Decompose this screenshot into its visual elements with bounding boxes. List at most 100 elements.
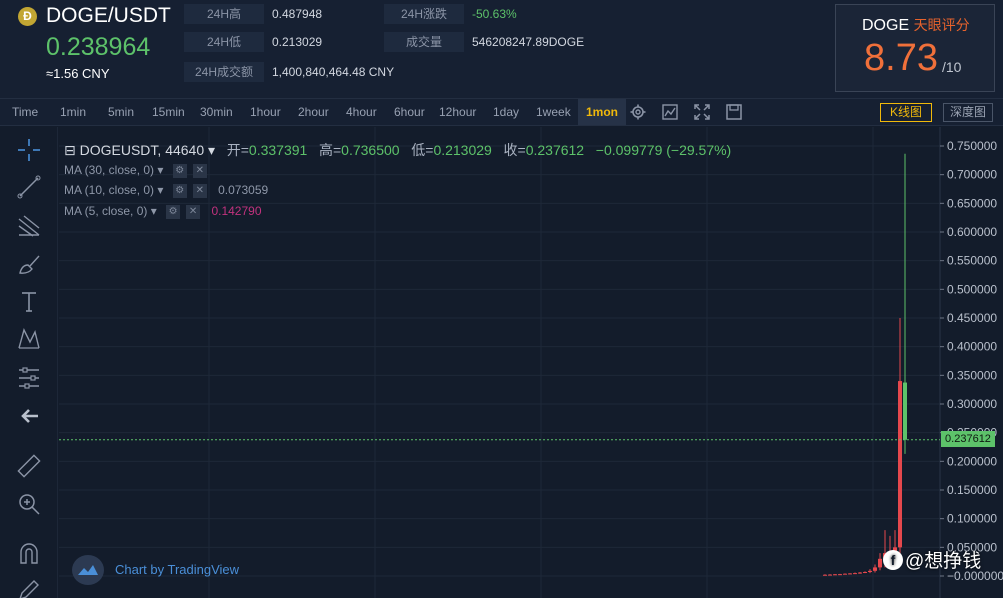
brush-icon[interactable] xyxy=(16,251,42,277)
ma-5-label: MA (5, close, 0) xyxy=(64,204,148,218)
stat-24h-change-value: -50.63% xyxy=(472,7,517,21)
stat-24h-low-value: 0.213029 xyxy=(272,35,323,49)
stat-volume-label: 成交量 xyxy=(384,32,464,52)
timeframe-1day[interactable]: 1day xyxy=(493,99,519,125)
legend-symbol[interactable]: DOGEUSDT, 44640 xyxy=(80,142,205,158)
tick-label: 0.350000 xyxy=(947,368,997,382)
candle-body xyxy=(823,574,827,576)
gear-icon[interactable]: ⚙ xyxy=(166,204,181,219)
save-icon[interactable] xyxy=(726,104,742,120)
timeframe-5min[interactable]: 5min xyxy=(108,99,134,125)
indicator-icon[interactable] xyxy=(662,104,678,120)
tick-label: 0.600000 xyxy=(947,225,997,239)
timeframe-30min[interactable]: 30min xyxy=(200,99,233,125)
back-arrow-icon[interactable] xyxy=(16,403,42,429)
tradingview-logo[interactable] xyxy=(72,555,104,585)
legend-collapse-icon[interactable]: ⊟ xyxy=(64,142,76,158)
fullscreen-icon[interactable] xyxy=(694,104,710,120)
candles xyxy=(823,153,907,576)
ohlc-legend: ⊟ DOGEUSDT, 44640 ▾ 开=0.337391 高=0.73650… xyxy=(64,140,731,160)
legend-close: 0.237612 xyxy=(525,142,585,158)
cny-price: ≈1.56 CNY xyxy=(46,66,110,81)
pattern-icon[interactable] xyxy=(16,326,42,352)
trading-pair: DOGE/USDT xyxy=(46,4,171,27)
gear-icon[interactable]: ⚙ xyxy=(172,163,187,178)
price-axis[interactable]: 0.750000 0.700000 0.650000 0.600000 0.550000… xyxy=(940,139,1003,583)
rating-out-of: /10 xyxy=(942,59,962,75)
candle-body xyxy=(868,570,872,572)
ma-10-value: 0.073059 xyxy=(218,183,269,197)
chevron-down-icon[interactable]: ▾ xyxy=(151,204,157,218)
gear-icon[interactable]: ⚙ xyxy=(172,183,187,198)
tick-label: 0.450000 xyxy=(947,311,997,325)
legend-low: 0.213029 xyxy=(433,142,492,158)
tick-label: 0.400000 xyxy=(947,340,997,354)
candle-body xyxy=(878,558,882,568)
legend-open-label: 开= xyxy=(226,142,249,158)
text-icon[interactable] xyxy=(16,289,42,315)
timeframe-1mon[interactable]: 1mon xyxy=(578,99,627,125)
close-icon[interactable]: ✕ xyxy=(192,163,207,178)
timeframe-1min[interactable]: 1min xyxy=(60,99,86,125)
legend-close-label: 收= xyxy=(503,142,526,158)
gear-icon[interactable] xyxy=(630,104,646,120)
chevron-down-icon[interactable]: ▾ xyxy=(157,163,163,177)
tick-label: 0.650000 xyxy=(947,196,997,210)
stat-24h-change-label: 24H涨跌 xyxy=(384,4,464,24)
ruler-icon[interactable] xyxy=(16,453,42,479)
tick-label: 0.200000 xyxy=(947,454,997,468)
tradingview-credit[interactable]: Chart by TradingView xyxy=(115,562,239,577)
legend-low-label: 低= xyxy=(411,142,434,158)
candle-body xyxy=(903,382,907,440)
tick-label: 0.700000 xyxy=(947,168,997,182)
close-icon[interactable]: ✕ xyxy=(192,183,207,198)
zoom-in-icon[interactable] xyxy=(16,491,42,517)
timeframe-12hour[interactable]: 12hour xyxy=(439,99,476,125)
tick-label: 0.500000 xyxy=(947,282,997,296)
candle-body xyxy=(843,573,847,575)
drawing-toolbar xyxy=(0,127,58,598)
watermark: f @想挣钱 xyxy=(883,546,981,573)
chevron-down-icon[interactable]: ▾ xyxy=(157,183,163,197)
trend-line-icon[interactable] xyxy=(16,174,42,200)
last-price-tag: 0.237612 xyxy=(941,431,995,447)
measure-icon[interactable] xyxy=(16,365,42,391)
tick-label: 0.100000 xyxy=(947,512,997,526)
timeframe-2hour[interactable]: 2hour xyxy=(298,99,329,125)
depth-tab-button[interactable]: 深度图 xyxy=(943,103,993,122)
tick-label: 0.150000 xyxy=(947,483,997,497)
timeframe-4hour[interactable]: 4hour xyxy=(346,99,377,125)
ma-5-row[interactable]: MA (5, close, 0) ▾ ⚙ ✕ 0.142790 xyxy=(64,204,262,219)
rating-title: DOGE 天眼评分 xyxy=(862,15,970,35)
magnet-icon[interactable] xyxy=(16,541,42,567)
candle-body xyxy=(898,381,902,548)
candle-body xyxy=(863,571,867,573)
ma-10-row[interactable]: MA (10, close, 0) ▾ ⚙ ✕ 0.073059 xyxy=(64,183,268,198)
stat-volume-value: 546208247.89DOGE xyxy=(472,35,585,49)
tradingview-icon xyxy=(78,565,98,575)
tick-label: 0.300000 xyxy=(947,397,997,411)
stat-turnover-value: 1,400,840,464.48 CNY xyxy=(272,65,395,79)
legend-open: 0.337391 xyxy=(248,142,308,158)
ma-5-value: 0.142790 xyxy=(211,204,262,218)
pencil-icon[interactable] xyxy=(16,577,42,598)
timeframe-6hour[interactable]: 6hour xyxy=(394,99,425,125)
ma-10-label: MA (10, close, 0) xyxy=(64,183,155,197)
timeframe-15min[interactable]: 15min xyxy=(152,99,185,125)
close-icon[interactable]: ✕ xyxy=(186,204,201,219)
legend-symbol-dropdown-icon[interactable]: ▾ xyxy=(208,142,215,158)
rating-card[interactable]: DOGE 天眼评分 8.73 /10 xyxy=(835,4,995,92)
ma-30-row[interactable]: MA (30, close, 0) ▾ ⚙ ✕ xyxy=(64,163,215,178)
stat-24h-low-label: 24H低 xyxy=(184,32,264,52)
candle-body xyxy=(838,574,842,576)
rating-coin: DOGE xyxy=(862,17,910,34)
rating-score: 8.73 xyxy=(864,37,938,79)
candle-body xyxy=(873,567,877,571)
timeframe-time[interactable]: Time xyxy=(12,99,38,125)
kline-tab-button[interactable]: K线图 xyxy=(880,103,932,122)
timeframe-1week[interactable]: 1week xyxy=(536,99,571,125)
rating-title-text: 天眼评分 xyxy=(913,17,970,33)
fib-icon[interactable] xyxy=(16,213,42,239)
timeframe-1hour[interactable]: 1hour xyxy=(250,99,281,125)
crosshair-icon[interactable] xyxy=(16,137,42,163)
